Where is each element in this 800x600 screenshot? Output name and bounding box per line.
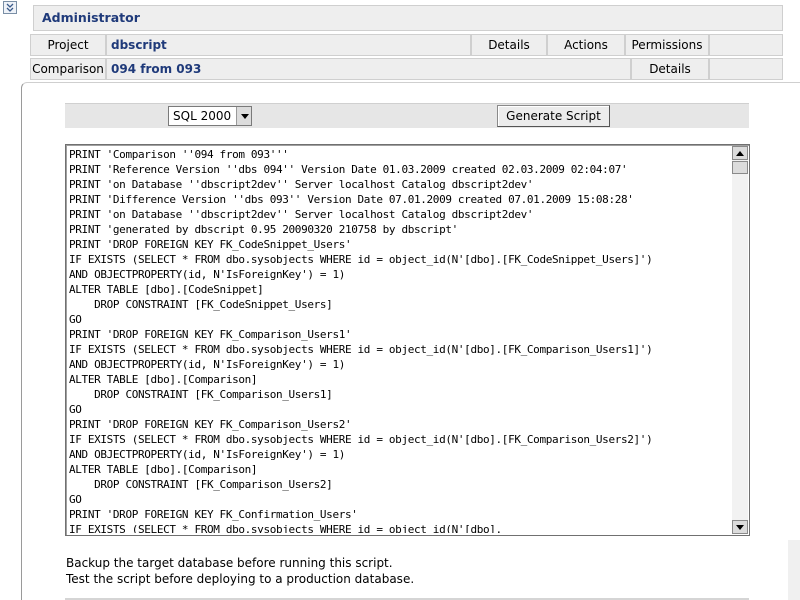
script-line: PRINT 'generated by dbscript 0.95 200903…: [69, 223, 458, 236]
script-line: IF EXISTS (SELECT * FROM dbo.sysobjects …: [69, 523, 502, 533]
script-line: GO: [69, 403, 82, 416]
script-line: PRINT 'DROP FOREIGN KEY FK_Comparison_Us…: [69, 418, 352, 431]
header-empty-cell: [709, 58, 783, 80]
scroll-up-icon[interactable]: [732, 146, 748, 160]
script-line: DROP CONSTRAINT [FK_Comparison_Users1]: [69, 388, 333, 401]
script-line: GO: [69, 493, 82, 506]
scroll-thumb[interactable]: [732, 161, 748, 174]
script-line: IF EXISTS (SELECT * FROM dbo.sysobjects …: [69, 343, 653, 356]
script-line: PRINT 'on Database ''dbscript2dev'' Serv…: [69, 178, 534, 191]
script-line: PRINT 'DROP FOREIGN KEY FK_Comparison_Us…: [69, 328, 352, 341]
script-line: PRINT 'Comparison ''094 from 093''': [69, 148, 289, 161]
sql-dialect-select[interactable]: SQL 2000: [168, 106, 252, 126]
project-label: Project: [30, 34, 106, 56]
script-line: ALTER TABLE [dbo].[CodeSnippet]: [69, 283, 264, 296]
script-line: PRINT 'DROP FOREIGN KEY FK_CodeSnippet_U…: [69, 238, 352, 251]
comparison-label: Comparison: [30, 58, 106, 80]
header-empty-cell: [709, 34, 783, 56]
script-line: PRINT 'Difference Version ''dbs 093'' Ve…: [69, 193, 634, 206]
script-line: DROP CONSTRAINT [FK_Comparison_Users2]: [69, 478, 333, 491]
backup-note: Backup the target database before runnin…: [66, 556, 393, 570]
vertical-scrollbar[interactable]: [732, 146, 748, 534]
script-line: AND OBJECTPROPERTY(id, N'IsForeignKey') …: [69, 358, 345, 371]
generate-script-button[interactable]: Generate Script: [497, 105, 610, 127]
chevron-down-icon[interactable]: [236, 107, 251, 125]
script-line: AND OBJECTPROPERTY(id, N'IsForeignKey') …: [69, 448, 345, 461]
sql-dialect-value: SQL 2000: [173, 109, 232, 123]
script-line: IF EXISTS (SELECT * FROM dbo.sysobjects …: [69, 433, 653, 446]
scroll-down-icon[interactable]: [732, 520, 748, 534]
comparison-name-link[interactable]: 094 from 093: [106, 58, 631, 80]
script-line: PRINT 'Reference Version ''dbs 094'' Ver…: [69, 163, 628, 176]
project-permissions-link[interactable]: Permissions: [625, 34, 709, 56]
project-details-link[interactable]: Details: [471, 34, 547, 56]
script-line: PRINT 'on Database ''dbscript2dev'' Serv…: [69, 208, 534, 221]
script-line: DROP CONSTRAINT [FK_CodeSnippet_Users]: [69, 298, 333, 311]
script-content: PRINT 'Comparison ''094 from 093''' PRINT…: [69, 147, 729, 533]
script-line: IF EXISTS (SELECT * FROM dbo.sysobjects …: [69, 253, 653, 266]
role-title: Administrator: [33, 5, 783, 31]
script-line: ALTER TABLE [dbo].[Comparison]: [69, 373, 258, 386]
script-line: PRINT 'DROP FOREIGN KEY FK_Confirmation_…: [69, 508, 358, 521]
collapse-icon[interactable]: [3, 1, 17, 14]
script-line: AND OBJECTPROPERTY(id, N'IsForeignKey') …: [69, 268, 345, 281]
page-scrollbar-edge: [788, 540, 800, 600]
test-note: Test the script before deploying to a pr…: [66, 572, 415, 586]
comparison-details-link[interactable]: Details: [631, 58, 709, 80]
script-line: ALTER TABLE [dbo].[Comparison]: [69, 463, 258, 476]
project-name-link[interactable]: dbscript: [106, 34, 471, 56]
script-textarea[interactable]: PRINT 'Comparison ''094 from 093''' PRINT…: [65, 144, 750, 536]
script-line: GO: [69, 313, 82, 326]
project-actions-link[interactable]: Actions: [547, 34, 625, 56]
